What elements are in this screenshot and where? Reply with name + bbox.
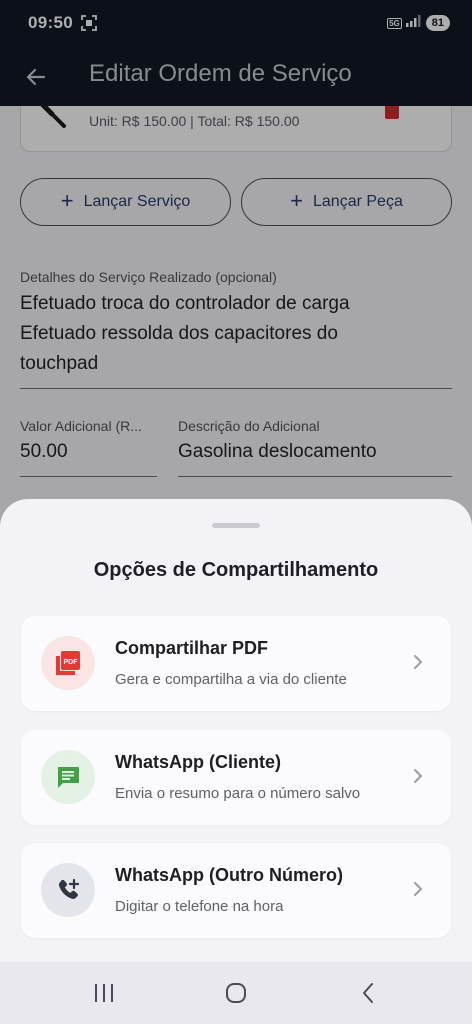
chevron-right-icon bbox=[414, 655, 422, 669]
option-subtitle: Gera e compartilha a via do cliente bbox=[115, 671, 347, 688]
chevron-right-icon bbox=[414, 769, 422, 783]
option-title: WhatsApp (Cliente) bbox=[115, 752, 281, 772]
option-subtitle: Digitar o telefone na hora bbox=[115, 898, 284, 915]
option-icon-circle bbox=[41, 863, 95, 917]
drag-handle[interactable] bbox=[212, 523, 260, 528]
recent-apps-icon bbox=[95, 984, 113, 1002]
back-icon bbox=[363, 983, 373, 1003]
whatsapp-other-number-option[interactable]: WhatsApp (Outro Número) Digitar o telefo… bbox=[21, 843, 451, 938]
whatsapp-client-option[interactable]: WhatsApp (Cliente) Envia o resumo para o… bbox=[21, 730, 451, 825]
home-button[interactable] bbox=[216, 978, 256, 1008]
option-title: WhatsApp (Outro Número) bbox=[115, 865, 343, 885]
share-pdf-option[interactable]: PDF Compartilhar PDF Gera e compartilha … bbox=[21, 616, 451, 711]
option-icon-circle: PDF bbox=[41, 636, 95, 690]
share-options-sheet: Opções de Compartilhamento PDF Compartil… bbox=[0, 499, 472, 1024]
option-icon-circle bbox=[41, 750, 95, 804]
system-navigation-bar bbox=[0, 962, 472, 1024]
nav-back-button[interactable] bbox=[348, 978, 388, 1008]
message-icon bbox=[58, 767, 79, 788]
sheet-title: Opções de Compartilhamento bbox=[93, 559, 379, 581]
option-title: Compartilhar PDF bbox=[115, 638, 269, 658]
svg-text:PDF: PDF bbox=[64, 659, 79, 666]
chevron-right-icon bbox=[414, 882, 422, 896]
home-icon bbox=[226, 983, 246, 1003]
pdf-icon: PDF bbox=[56, 651, 80, 675]
option-subtitle: Envia o resumo para o número salvo bbox=[115, 785, 361, 802]
recent-apps-button[interactable] bbox=[84, 978, 124, 1008]
phone-add-icon bbox=[58, 878, 80, 899]
